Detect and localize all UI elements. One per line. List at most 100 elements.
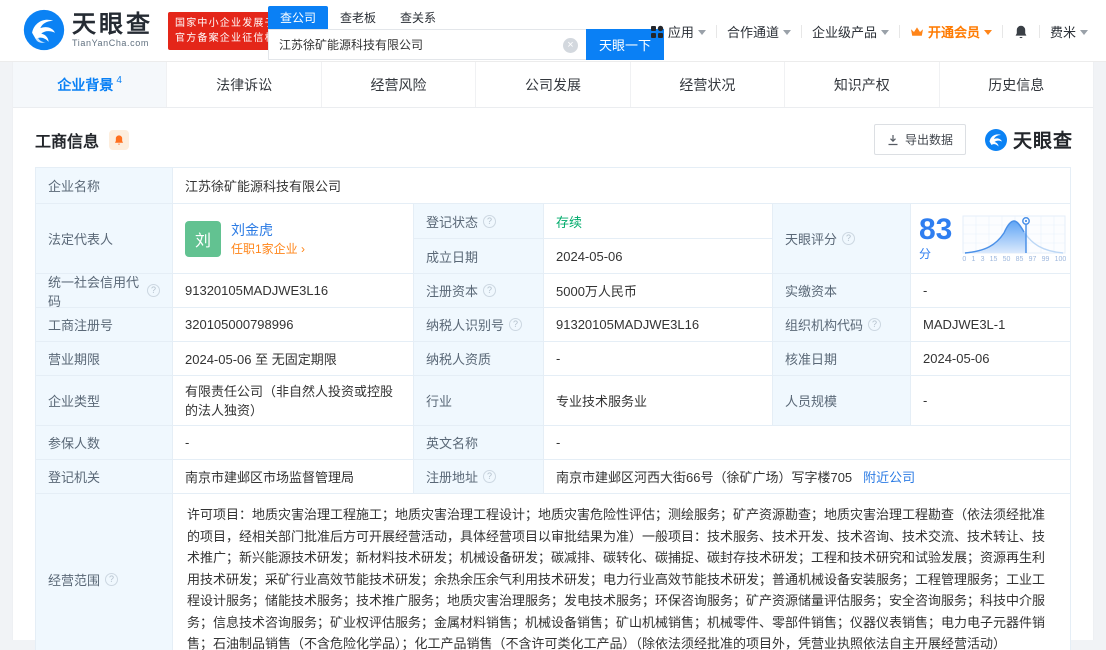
monitor-bell-icon[interactable] (109, 129, 130, 150)
logo-title: 天眼查 (72, 11, 153, 38)
top-nav: 应用 合作通道 企业级产品 开通会员 费米 (640, 22, 1098, 41)
export-data-button[interactable]: 导出数据 (873, 124, 966, 155)
score-value: 83 (919, 213, 953, 246)
field-label: 组织机构代码 (773, 308, 911, 342)
chevron-down-icon (983, 30, 992, 35)
nav-user[interactable]: 费米 (1040, 22, 1098, 41)
nav-notifications[interactable] (1003, 24, 1039, 40)
main-container: 企业背景 4 法律诉讼 经营风险 公司发展 经营状况 知识产权 历史信息 工商信… (12, 62, 1094, 650)
tab-legal-lawsuit[interactable]: 法律诉讼 (167, 62, 322, 107)
nav-vip[interactable]: 开通会员 (900, 22, 1002, 41)
nav-enterprise[interactable]: 企业级产品 (802, 22, 899, 41)
tab-label: 企业背景 (57, 76, 114, 93)
field-label: 登记机关 (36, 460, 173, 494)
nav-partner-label: 合作通道 (726, 25, 779, 40)
help-icon[interactable] (483, 284, 497, 297)
field-label: 营业期限 (36, 342, 173, 376)
search-tab-relation[interactable]: 查关系 (388, 6, 448, 29)
field-label: 纳税人识别号 (414, 308, 544, 342)
tab-operating-status[interactable]: 经营状况 (630, 62, 786, 107)
crown-icon (910, 26, 923, 36)
tab-intellectual-property[interactable]: 知识产权 (785, 62, 940, 107)
tab-company-background[interactable]: 企业背景 4 (13, 62, 168, 107)
org-code-value: MADJWE3L-1 (911, 308, 1071, 342)
score-cell[interactable]: 83分 0 1 3 15 50 85 97 99 100 (911, 204, 1071, 274)
field-label: 参保人数 (36, 426, 173, 460)
help-icon[interactable] (868, 318, 882, 331)
search-tabs: 查公司 查老板 查关系 (268, 5, 664, 29)
field-label: 法定代表人 (36, 204, 173, 274)
search-input[interactable] (269, 30, 586, 59)
insured-count-value: - (173, 426, 414, 460)
reg-number-value: 320105000798996 (173, 308, 414, 342)
field-label: 统一社会信用代码 (36, 274, 173, 308)
search-input-wrap (268, 29, 586, 60)
chevron-down-icon (782, 30, 791, 35)
business-info-table: 企业名称 江苏徐矿能源科技有限公司 法定代表人 刘 刘金虎 任职1家企业 登记状… (35, 167, 1071, 650)
nav-apps-label: 应用 (667, 25, 694, 40)
download-icon (888, 134, 898, 145)
english-name-value: - (544, 426, 1071, 460)
section-title: 工商信息 (35, 133, 100, 151)
search-tab-company[interactable]: 查公司 (268, 5, 329, 29)
field-label: 天眼评分 (773, 204, 911, 274)
legal-rep-cell: 刘 刘金虎 任职1家企业 (173, 204, 414, 274)
rep-positions-link[interactable]: 任职1家企业 (231, 242, 305, 256)
paid-capital-value: - (911, 274, 1071, 308)
top-header: 天眼查 TianYanCha.com 国家中小企业发展子基金旗下 官方备案企业征… (0, 0, 1106, 62)
help-icon[interactable] (105, 572, 119, 586)
tab-label: 知识产权 (833, 76, 890, 93)
field-label: 登记状态 (414, 204, 544, 239)
section-header: 工商信息 导出数据 天眼查 (13, 108, 1093, 167)
approval-date-value: 2024-05-06 (911, 342, 1071, 376)
field-label: 企业类型 (36, 376, 173, 426)
tab-label: 历史信息 (988, 76, 1045, 93)
avatar[interactable]: 刘 (185, 220, 221, 257)
tab-count-badge: 4 (116, 75, 122, 86)
est-date-value: 2024-05-06 (544, 239, 773, 274)
field-label: 注册地址 (414, 460, 544, 494)
logo-text: 天眼查 TianYanCha.com (72, 11, 153, 49)
reg-status-value: 存续 (544, 204, 773, 239)
bell-icon (1015, 25, 1027, 38)
nav-partner[interactable]: 合作通道 (717, 22, 801, 41)
legal-rep-link[interactable]: 刘金虎 (231, 222, 273, 238)
tab-label: 公司发展 (524, 76, 581, 93)
tab-operation-risk[interactable]: 经营风险 (321, 62, 477, 107)
reg-address-value: 南京市建邺区河西大街66号（徐矿广场）写字楼705 附近公司 (544, 460, 1071, 494)
company-type-value: 有限责任公司（非自然人投资或控股的法人独资） (173, 376, 414, 426)
help-icon[interactable] (842, 232, 856, 245)
nav-enterprise-label: 企业级产品 (811, 25, 877, 40)
tab-label: 经营风险 (370, 76, 427, 93)
taxpayer-quality-value: - (544, 342, 773, 376)
nav-vip-label: 开通会员 (927, 25, 980, 40)
watermark-brand: 天眼查 (984, 126, 1073, 153)
field-label: 经营范围 (36, 494, 173, 650)
chevron-down-icon (880, 30, 889, 35)
field-label: 成立日期 (414, 239, 544, 274)
reg-capital-value: 5000万人民币 (544, 274, 773, 308)
help-icon[interactable] (483, 214, 497, 228)
tianyancha-logo-icon (23, 9, 65, 51)
field-label: 核准日期 (773, 342, 911, 376)
field-label: 实缴资本 (773, 274, 911, 308)
company-section-tabs: 企业背景 4 法律诉讼 经营风险 公司发展 经营状况 知识产权 历史信息 (13, 62, 1093, 108)
business-scope-value: 许可项目：地质灾害治理工程施工；地质灾害治理工程设计；地质灾害危险性评估；测绘服… (173, 494, 1071, 650)
search-tab-boss[interactable]: 查老板 (328, 6, 388, 29)
field-label: 纳税人资质 (414, 342, 544, 376)
nav-apps[interactable]: 应用 (640, 22, 716, 41)
tab-company-development[interactable]: 公司发展 (476, 62, 631, 107)
tab-history-info[interactable]: 历史信息 (939, 62, 1093, 107)
taxpayer-id-value: 91320105MADJWE3L16 (544, 308, 773, 342)
chevron-down-icon (1080, 30, 1088, 35)
field-label: 企业名称 (36, 168, 173, 204)
help-icon[interactable] (509, 318, 523, 331)
help-icon[interactable] (483, 470, 497, 483)
apps-grid-icon (650, 25, 664, 38)
tianyancha-logo[interactable]: 天眼查 TianYanCha.com (22, 8, 153, 52)
industry-value: 专业技术服务业 (544, 376, 773, 426)
help-icon[interactable] (147, 284, 160, 297)
clear-icon[interactable] (563, 38, 578, 53)
field-label: 人员规模 (773, 376, 911, 426)
nearby-companies-link[interactable]: 附近公司 (863, 467, 915, 486)
